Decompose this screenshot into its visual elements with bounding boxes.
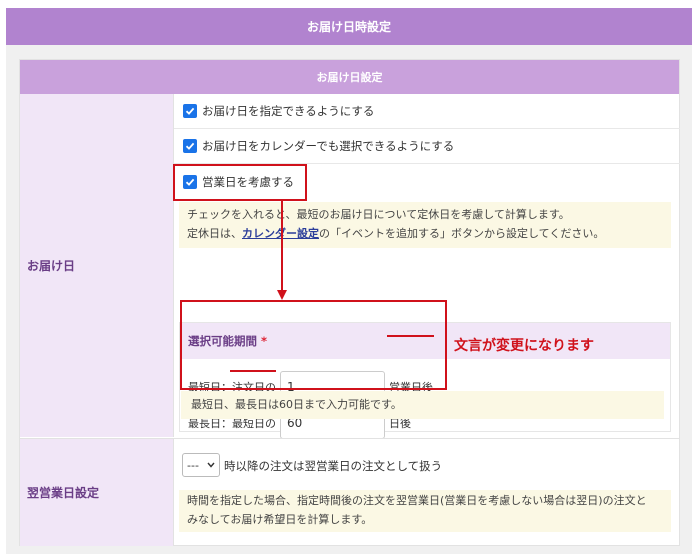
required-mark: * xyxy=(261,334,268,348)
period-limit-note: 最短日、最長日は60日まで入力可能です。 xyxy=(181,391,664,419)
checkmark-icon xyxy=(185,178,195,186)
business-days-note: チェックを入れると、最短のお届け日について定休日を考慮して計算します。 定休日は… xyxy=(179,202,671,248)
page-title: お届け日時設定 xyxy=(306,20,391,34)
checkbox-label: お届け日を指定できるようにする xyxy=(202,104,375,118)
checkbox-label: 営業日を考慮する xyxy=(202,174,294,189)
cutoff-hour-select[interactable]: --- xyxy=(182,453,220,477)
note-line: みなしてお届け希望日を計算します。 xyxy=(187,513,373,526)
underline-max-label xyxy=(230,370,276,372)
chevron-down-icon xyxy=(207,462,215,468)
next-day-note: 時間を指定した場合、指定時間後の注文を翌営業日(営業日を考慮しない場合は翌日)の… xyxy=(179,490,671,532)
change-annotation: 文言が変更になります xyxy=(454,338,594,354)
select-value: --- xyxy=(187,458,199,472)
delivery-settings-table: お届け日設定 お届け日 お届け日を指定できるようにする お届け日をカレンダーでも… xyxy=(19,59,680,546)
checkmark-icon xyxy=(185,142,195,150)
next-day-row-label: 翌営業日設定 xyxy=(20,438,173,546)
delivery-label: お届け日 xyxy=(27,259,76,273)
section-title: お届け日設定 xyxy=(316,71,383,84)
checkbox-specify-date[interactable] xyxy=(183,104,197,118)
page-header: お届け日時設定 xyxy=(6,8,692,45)
period-title: 選択可能期間 xyxy=(188,334,257,348)
checkbox-business-days[interactable] xyxy=(183,174,197,189)
section-header: お届け日設定 xyxy=(20,60,679,94)
next-day-label: 翌営業日設定 xyxy=(27,486,100,500)
note-text: の「イベントを追加する」ボタンから設定してください。 xyxy=(319,227,605,240)
checkbox-row-business-days[interactable]: 営業日を考慮する xyxy=(174,164,680,199)
cutoff-text: 時以降の注文は翌営業日の注文として扱う xyxy=(224,459,443,473)
checkbox-row-specify-date[interactable]: お届け日を指定できるようにする xyxy=(174,94,680,129)
note-text: 定休日は、 xyxy=(187,227,242,240)
arrow-down-icon xyxy=(277,200,287,300)
underline-business-days-unit xyxy=(387,335,434,337)
note-line: 定休日は、カレンダー設定の「イベントを追加する」ボタンから設定してください。 xyxy=(187,224,663,243)
next-day-row-content: --- 時以降の注文は翌営業日の注文として扱う 時間を指定した場合、指定時間後の… xyxy=(173,438,679,546)
delivery-row-label: お届け日 xyxy=(20,94,173,437)
note-line: 時間を指定した場合、指定時間後の注文を翌営業日(営業日を考慮しない場合は翌日)の… xyxy=(187,494,647,507)
period-header: 選択可能期間 * xyxy=(180,323,670,359)
period-limit-text: 最短日、最長日は60日まで入力可能です。 xyxy=(191,398,402,411)
checkbox-calendar[interactable] xyxy=(183,139,197,153)
delivery-row-content: お届け日を指定できるようにする お届け日をカレンダーでも選択できるようにする 営… xyxy=(173,94,680,439)
note-line: チェックを入れると、最短のお届け日について定休日を考慮して計算します。 xyxy=(187,208,570,221)
checkbox-row-calendar[interactable]: お届け日をカレンダーでも選択できるようにする xyxy=(174,129,680,164)
checkmark-icon xyxy=(185,107,195,115)
checkbox-label: お届け日をカレンダーでも選択できるようにする xyxy=(202,139,455,153)
